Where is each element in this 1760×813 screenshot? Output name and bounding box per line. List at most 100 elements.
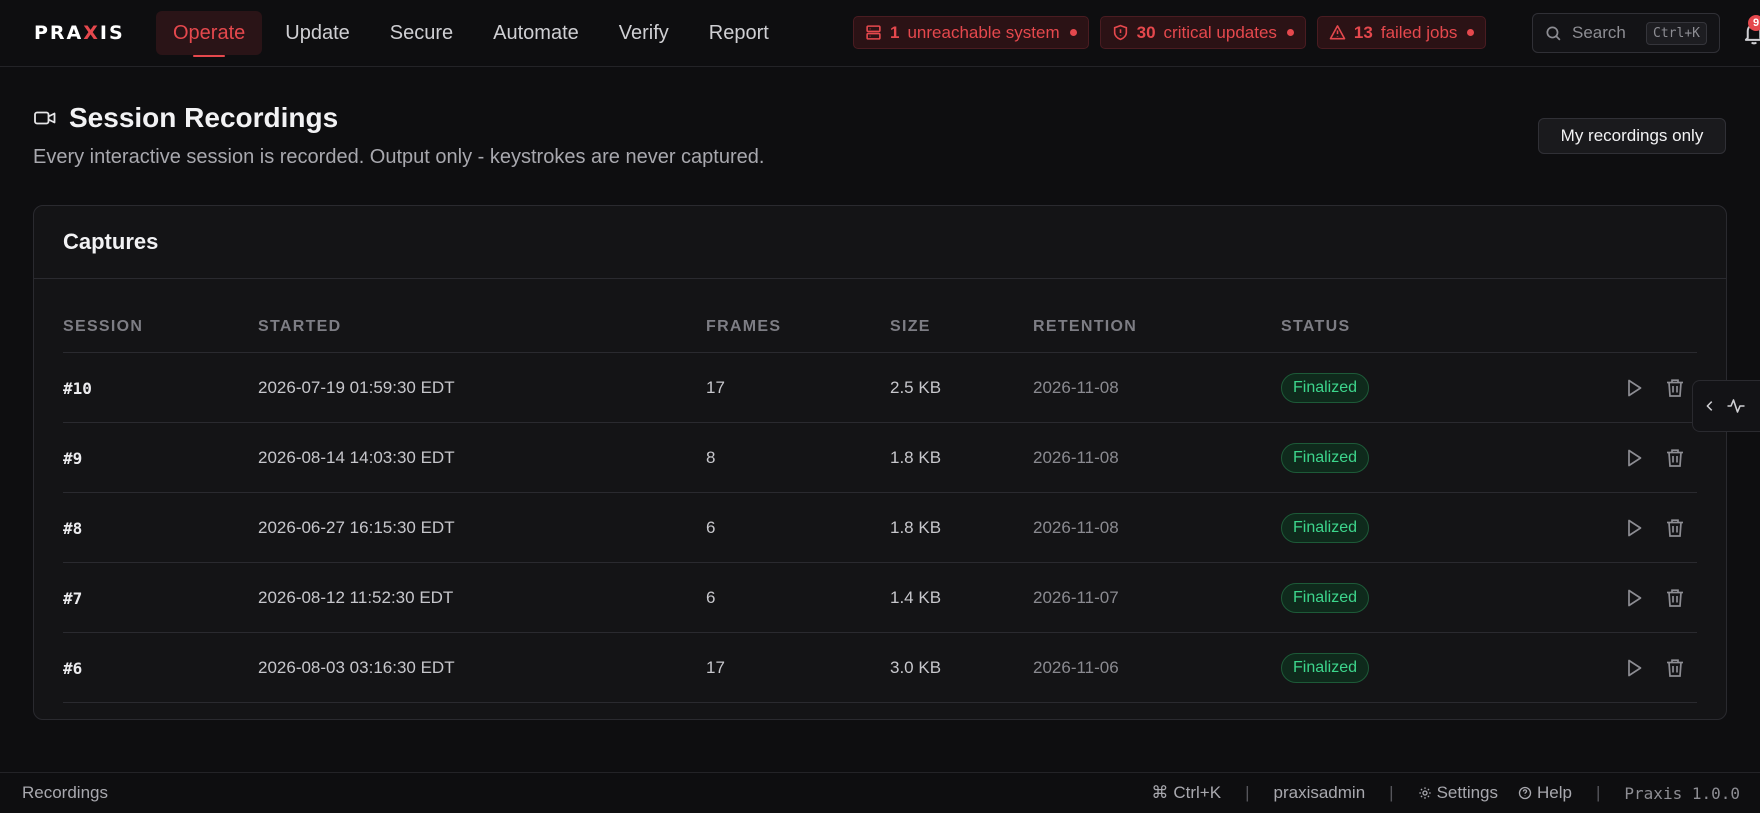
session-id: #6 — [63, 659, 83, 678]
alert-text: unreachable system — [907, 22, 1060, 42]
retention-date: 2026-11-08 — [1033, 518, 1119, 537]
critical-updates-alert[interactable]: 30 critical updates — [1099, 16, 1306, 49]
column-header-retention[interactable]: RETENTION — [1033, 318, 1137, 336]
column-header-size[interactable]: SIZE — [890, 318, 931, 336]
settings-label: Settings — [1436, 783, 1499, 802]
status-badge: Finalized — [1281, 443, 1370, 473]
logo-text-post: IS — [99, 22, 125, 44]
nav-secure[interactable]: Secure — [373, 11, 470, 55]
started-time: 2026-08-14 14:03:30 EDT — [258, 448, 455, 467]
table-row[interactable]: #7 2026-08-12 11:52:30 EDT 6 1.4 KB 2026… — [63, 563, 1697, 633]
started-time: 2026-08-03 03:16:30 EDT — [258, 658, 455, 677]
retention-date: 2026-11-06 — [1033, 658, 1119, 677]
global-search[interactable]: Search Ctrl+K — [1532, 13, 1720, 53]
status-badge: Finalized — [1281, 513, 1370, 543]
table-row[interactable]: #10 2026-07-19 01:59:30 EDT 17 2.5 KB 20… — [63, 353, 1697, 423]
status-badge: Finalized — [1281, 583, 1370, 613]
frame-count: 17 — [706, 378, 725, 397]
unreachable-systems-alert[interactable]: 1 unreachable system — [853, 16, 1089, 49]
alert-text: failed jobs — [1380, 22, 1458, 42]
frame-count: 6 — [706, 518, 716, 537]
nav-automate[interactable]: Automate — [476, 11, 596, 55]
recording-size: 3.0 KB — [890, 658, 942, 677]
alert-count: 13 — [1353, 22, 1373, 42]
alert-dot — [1069, 29, 1077, 36]
started-time: 2026-07-19 01:59:30 EDT — [258, 378, 455, 397]
retention-date: 2026-11-08 — [1033, 448, 1119, 467]
trash-icon[interactable] — [1663, 446, 1687, 470]
retention-date: 2026-11-07 — [1033, 588, 1119, 607]
footer-separator: | — [1245, 783, 1250, 802]
command-palette-shortcut[interactable]: ⌘ Ctrl+K — [1151, 783, 1221, 803]
help-label: Help — [1537, 783, 1572, 802]
video-camera-icon — [34, 111, 56, 125]
footer-help-link[interactable]: Help — [1518, 783, 1572, 803]
status-footer: Recordings ⌘ Ctrl+K | praxisadmin | Sett… — [0, 772, 1760, 813]
frame-count: 6 — [706, 588, 716, 607]
gear-icon — [1418, 787, 1431, 799]
nav-verify[interactable]: Verify — [602, 11, 686, 55]
footer-settings-link[interactable]: Settings — [1418, 783, 1498, 803]
failed-jobs-alert[interactable]: 13 failed jobs — [1316, 16, 1487, 49]
table-row[interactable]: #6 2026-08-03 03:16:30 EDT 17 3.0 KB 202… — [63, 633, 1697, 703]
trash-icon[interactable] — [1663, 656, 1687, 680]
play-icon[interactable] — [1622, 446, 1646, 470]
help-circle-icon — [1518, 786, 1532, 800]
recording-size: 1.4 KB — [890, 588, 942, 607]
nav-operate[interactable]: Operate — [156, 11, 263, 57]
column-header-session[interactable]: SESSION — [63, 318, 143, 336]
search-icon — [1546, 25, 1561, 40]
recording-size: 1.8 KB — [890, 448, 942, 467]
column-header-status[interactable]: STATUS — [1281, 318, 1350, 336]
nav-report[interactable]: Report — [692, 11, 786, 55]
chevron-left-icon — [1706, 401, 1712, 411]
command-key-icon: ⌘ — [1151, 783, 1169, 802]
trash-icon[interactable] — [1663, 516, 1687, 540]
play-icon[interactable] — [1622, 516, 1646, 540]
footer-section-label: Recordings — [22, 783, 108, 802]
alert-count: 30 — [1136, 22, 1156, 42]
my-recordings-only-button[interactable]: My recordings only — [1538, 118, 1726, 154]
session-id: #9 — [63, 449, 83, 468]
alert-text: critical updates — [1163, 22, 1277, 42]
page-header: Session Recordings Every interactive ses… — [33, 102, 764, 169]
footer-user[interactable]: praxisadmin — [1274, 783, 1366, 803]
alert-dot — [1286, 29, 1294, 36]
main-nav: Operate Update Secure Automate Verify Re… — [156, 11, 792, 57]
column-header-frames[interactable]: FRAMES — [706, 318, 781, 336]
shield-icon — [1113, 24, 1127, 41]
started-time: 2026-06-27 16:15:30 EDT — [258, 518, 455, 537]
server-icon — [866, 25, 881, 40]
page-title: Session Recordings — [69, 102, 339, 133]
column-header-started[interactable]: STARTED — [258, 318, 341, 336]
session-id: #10 — [63, 379, 92, 398]
play-icon[interactable] — [1622, 586, 1646, 610]
table-row[interactable]: #9 2026-08-14 14:03:30 EDT 8 1.8 KB 2026… — [63, 423, 1697, 493]
praxis-logo[interactable]: PRAXIS — [34, 22, 125, 44]
logo-text-x: X — [83, 22, 100, 44]
table-row[interactable]: #8 2026-06-27 16:15:30 EDT 6 1.8 KB 2026… — [63, 493, 1697, 563]
card-title: Captures — [34, 206, 1726, 279]
captures-table: SESSION STARTED FRAMES SIZE RETENTION ST… — [63, 305, 1697, 703]
trash-icon[interactable] — [1663, 586, 1687, 610]
footer-separator: | — [1389, 783, 1394, 802]
started-time: 2026-08-12 11:52:30 EDT — [258, 588, 454, 607]
warning-triangle-icon — [1329, 25, 1346, 40]
footer-separator: | — [1595, 783, 1601, 802]
trash-icon[interactable] — [1663, 376, 1687, 400]
table-header: SESSION STARTED FRAMES SIZE RETENTION ST… — [63, 305, 1697, 353]
activity-pulse-icon — [1727, 399, 1745, 413]
frame-count: 17 — [706, 658, 725, 677]
recording-size: 1.8 KB — [890, 518, 942, 537]
status-badge: Finalized — [1281, 653, 1370, 683]
alert-dot — [1467, 29, 1475, 36]
captures-card: Captures SESSION STARTED FRAMES SIZE RET… — [33, 205, 1727, 720]
alert-count: 1 — [890, 22, 900, 42]
play-icon[interactable] — [1622, 656, 1646, 680]
logo-text-pre: PRA — [34, 22, 84, 44]
search-shortcut: Ctrl+K — [1646, 21, 1707, 45]
nav-update[interactable]: Update — [268, 11, 367, 55]
activity-panel-toggle[interactable] — [1692, 380, 1760, 432]
top-bar: PRAXIS Operate Update Secure Automate Ve… — [0, 0, 1760, 67]
play-icon[interactable] — [1622, 376, 1646, 400]
